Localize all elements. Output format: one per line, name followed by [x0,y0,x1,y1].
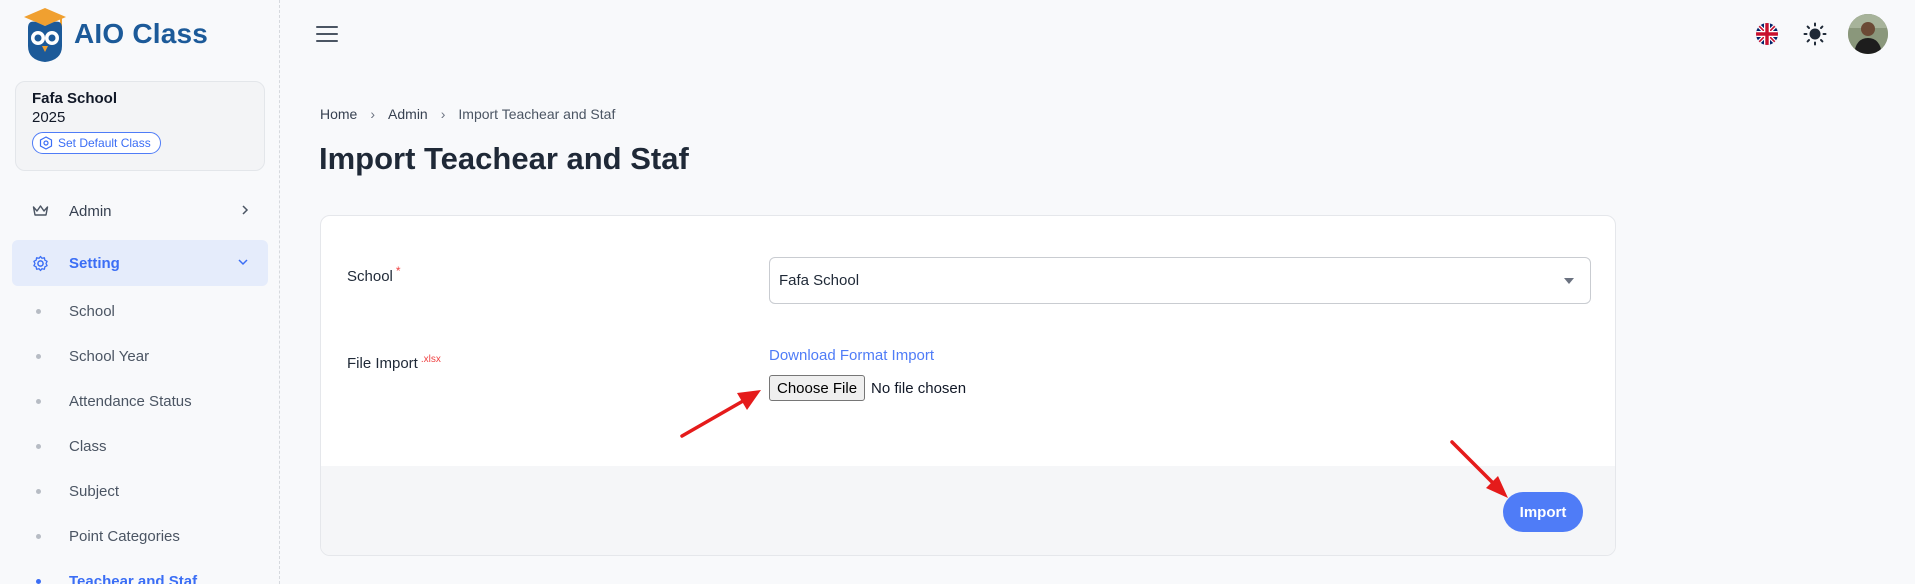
download-format-link[interactable]: Download Format Import [769,347,934,364]
sidebar-item-setting-label: Setting [69,254,120,272]
import-form-card: School * Fafa School File Import .xlsx Dow… [320,215,1616,556]
choose-file-button[interactable]: Choose File [769,375,866,401]
school-select-value: Fafa School [779,272,860,289]
set-default-class-label: Set Default Class [58,136,151,150]
file-import-label-text: File Import [347,355,418,372]
hamburger-line [316,40,338,42]
sidebar-item-admin-label: Admin [69,202,112,220]
sidebar-subitem-label: Attendance Status [69,393,192,410]
owl-logo-icon [24,8,66,63]
breadcrumb: Home › Admin › Import Teachear and Staf [320,106,615,122]
school-year: 2025 [32,109,66,126]
sidebar-subitem-subject[interactable]: Subject [36,483,119,500]
breadcrumb-home[interactable]: Home [320,106,357,122]
app-logo[interactable]: AIO Class [22,4,208,64]
school-select[interactable]: Fafa School [769,257,1591,304]
set-default-class-button[interactable]: Set Default Class [32,132,161,154]
file-input[interactable]: Choose File No file chosen [769,375,966,401]
sidebar-subitem-school[interactable]: School [36,303,115,320]
bullet-dot [36,489,41,494]
gear-icon [33,255,48,271]
sidebar-subitem-label: Teachear and Staf [69,573,198,584]
school-name: Fafa School [32,90,118,107]
sidebar-subitem-label: School [69,303,115,320]
hamburger-line [316,33,338,35]
school-card: Fafa School 2025 Set Default Class [15,81,265,171]
caret-down-icon [1564,278,1574,284]
import-button[interactable]: Import [1503,492,1583,532]
bullet-dot [36,399,41,404]
chevron-right-icon: › [370,106,376,122]
bullet-dot [36,309,41,314]
app-name: AIO Class [74,18,209,49]
school-label-text: School [347,268,393,285]
sun-icon[interactable] [1803,22,1827,51]
school-field-label: School * [347,264,401,285]
no-file-chosen-text: No file chosen [871,379,967,397]
file-import-field-label: File Import .xlsx [347,354,441,372]
file-type-hint: .xlsx [420,354,441,365]
user-avatar[interactable] [1848,14,1888,54]
annotation-arrow-icon [1450,440,1508,498]
bullet-dot [36,534,41,539]
sidebar-item-admin[interactable]: Admin [12,188,268,234]
sidebar-subitem-attendance-status[interactable]: Attendance Status [36,393,192,410]
chevron-right-icon: › [440,106,446,122]
sidebar-subitem-school-year[interactable]: School Year [36,348,149,365]
card-footer [321,466,1615,555]
breadcrumb-current: Import Teachear and Staf [458,106,616,122]
breadcrumb-admin[interactable]: Admin [388,106,428,122]
required-marker: * [395,264,401,278]
bullet-dot [36,579,41,584]
gear-badge-icon [39,136,53,150]
hamburger-menu-button[interactable] [316,26,338,44]
uk-flag-icon[interactable] [1756,23,1778,45]
crown-icon [32,205,49,216]
bullet-dot [36,354,41,359]
sidebar-item-setting[interactable]: Setting [12,240,268,286]
sidebar-subitem-class[interactable]: Class [36,438,107,455]
sidebar-subitem-label: Class [69,438,107,455]
bullet-dot [36,444,41,449]
sidebar-subitem-label: Point Categories [69,528,180,545]
chevron-down-icon [238,259,248,266]
hamburger-line [316,26,338,28]
sidebar-subitem-label: School Year [69,348,150,365]
sidebar: AIO Class Fafa School 2025 Set Default C… [0,0,280,584]
chevron-right-icon [242,205,249,215]
annotation-arrow-icon [680,390,761,438]
page-title: Import Teachear and Staf [319,141,689,176]
sidebar-subitem-teachear-and-staf[interactable]: Teachear and Staf [36,573,197,584]
sidebar-subitem-point-categories[interactable]: Point Categories [36,528,180,545]
sidebar-subitem-label: Subject [69,483,120,500]
